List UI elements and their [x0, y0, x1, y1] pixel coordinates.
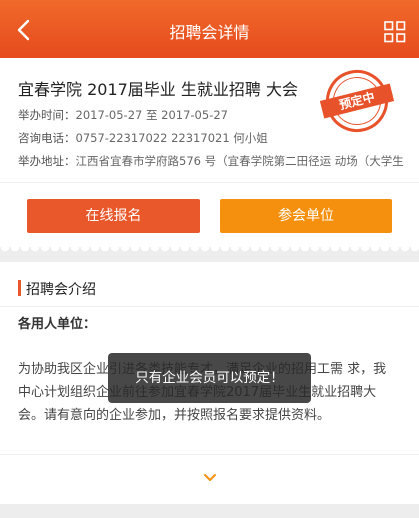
fair-phone-label: 咨询电话： [18, 131, 76, 145]
section-title: 招聘会介绍 [26, 282, 96, 298]
grid-icon [384, 21, 406, 43]
action-buttons: 在线报名 参会单位 [0, 183, 419, 247]
page-title: 招聘会详情 [169, 23, 250, 42]
apply-online-button[interactable]: 在线报名 [27, 199, 200, 233]
wavy-divider [0, 247, 419, 253]
fair-time-label: 举办时间： [18, 108, 76, 122]
units-heading: 各用人单位： [18, 317, 97, 332]
toast-message: 只有企业会员可以预定！ [108, 353, 311, 403]
fair-info-card: 宜春学院 2017届毕业 生就业招聘 大会 举办时间：2017-05-27 至 … [0, 58, 419, 182]
fair-phone-row: 咨询电话：0757-22317022 22317021 何小姐 [18, 130, 268, 146]
fair-address-row: 举办地址：江西省宜春市学府路576 号（宜春学院第二田径运 动场（大学生 [18, 153, 404, 169]
chevron-down-icon [204, 474, 216, 481]
divider [0, 454, 419, 455]
fair-title: 宜春学院 2017届毕业 生就业招聘 大会 [18, 80, 298, 99]
menu-button[interactable] [383, 20, 407, 44]
fair-time-row: 举办时间：2017-05-27 至 2017-05-27 [18, 107, 228, 123]
fair-address-value: 江西省宜春市学府路576 号（宜春学院第二田径运 动场（大学生 [75, 154, 404, 168]
fair-phone-value[interactable]: 0757-22317022 22317021 何小姐 [76, 131, 268, 145]
top-header: 招聘会详情 [0, 0, 419, 58]
fair-time-value: 2017-05-27 至 2017-05-27 [75, 108, 228, 122]
participating-units-button[interactable]: 参会单位 [220, 199, 392, 233]
section-accent-bar [18, 280, 21, 296]
fair-address-label: 举办地址： [18, 154, 76, 168]
reservation-stamp: 预定中 [319, 63, 395, 139]
expand-button[interactable] [202, 469, 218, 481]
divider [0, 306, 419, 307]
